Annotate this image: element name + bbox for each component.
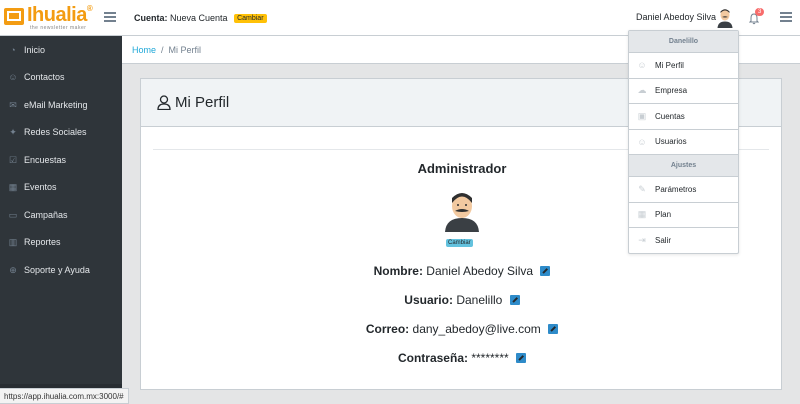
name-value: Daniel Abedoy Silva xyxy=(426,264,534,278)
edit-email-icon[interactable] xyxy=(548,324,559,334)
sidebar-item-label: Reportes xyxy=(24,237,61,248)
sidebar-item-eventos[interactable]: ▦ Eventos xyxy=(0,174,122,202)
twitter-icon: ✦ xyxy=(9,127,17,138)
breadcrumb-current: Mi Perfil xyxy=(168,44,202,55)
menu-item-mi-perfil[interactable]: ☺ Mi Perfil xyxy=(629,53,738,79)
cloud-icon: ☁ xyxy=(637,85,647,96)
account-label: Cuenta: xyxy=(134,13,168,23)
briefcase-icon: ▣ xyxy=(637,110,647,121)
name-row: Nombre: Daniel Abedoy Silva xyxy=(141,264,783,278)
user-value: Danelillo xyxy=(456,293,503,307)
menu-item-parametros[interactable]: ✎ Parámetros xyxy=(629,177,738,203)
menu-item-empresa[interactable]: ☁ Empresa xyxy=(629,79,738,104)
user-avatar-icon[interactable] xyxy=(716,8,734,28)
menu-item-salir[interactable]: ⇥ Salir xyxy=(629,228,738,254)
user-row: Usuario: Danelillo xyxy=(141,293,783,307)
breadcrumb-separator: / xyxy=(161,44,164,55)
sidebar-item-contactos[interactable]: ☺ Contactos xyxy=(0,64,122,92)
name-label: Nombre: xyxy=(373,264,423,278)
sidebar-item-redes-sociales[interactable]: ✦ Redes Sociales xyxy=(0,119,122,147)
brand-name: Ihualia xyxy=(27,4,87,26)
breadcrumb-home-link[interactable]: Home xyxy=(132,45,156,55)
sidebar: ◔ Inicio ☺ Contactos ✉ eMail Marketing ✦ Red… xyxy=(0,36,122,404)
sidebar-item-label: Contactos xyxy=(24,72,65,83)
email-label: Correo: xyxy=(365,322,410,336)
calendar-icon: ▦ xyxy=(8,182,18,193)
people-icon: ☺ xyxy=(8,72,18,83)
sidebar-item-label: eMail Marketing xyxy=(24,99,88,110)
speedometer-icon: ◔ xyxy=(10,44,16,55)
brand-reg-mark: ® xyxy=(86,4,93,13)
menu-item-label: Salir xyxy=(655,236,672,246)
menu-item-plan[interactable]: ▦ Plan xyxy=(629,203,738,228)
sidebar-item-inicio[interactable]: ◔ Inicio xyxy=(0,36,122,64)
logout-icon: ⇥ xyxy=(638,235,646,246)
menu-item-label: Usuarios xyxy=(655,137,687,147)
envelope-logo-icon xyxy=(4,8,24,25)
sidebar-item-label: Inicio xyxy=(24,44,46,55)
sidebar-item-email-marketing[interactable]: ✉ eMail Marketing xyxy=(0,91,122,119)
browser-status-url: https://app.ihualia.com.mx:3000/# xyxy=(0,388,129,404)
user-icon xyxy=(157,95,171,110)
map-icon: ▭ xyxy=(8,209,18,220)
account-name: Nueva Cuenta xyxy=(170,13,228,23)
globe-icon: ⊕ xyxy=(9,264,17,275)
user-name[interactable]: Daniel Abedoy Silva xyxy=(636,12,716,22)
check-square-icon: ☑ xyxy=(8,154,18,165)
menu-item-label: Plan xyxy=(655,210,672,220)
sidebar-item-encuestas[interactable]: ☑ Encuestas xyxy=(0,146,122,174)
menu-item-label: Parámetros xyxy=(655,184,697,194)
email-row: Correo: dany_abedoy@live.com xyxy=(141,322,783,336)
menu-item-usuarios[interactable]: ☺ Usuarios xyxy=(629,130,738,155)
sidebar-item-campanas[interactable]: ▭ Campañas xyxy=(0,201,122,229)
dropdown-header-user: Danelillo xyxy=(629,31,738,53)
envelope-icon: ✉ xyxy=(9,99,17,110)
sidebar-item-label: Redes Sociales xyxy=(24,127,87,138)
user-dropdown-menu: Danelillo ☺ Mi Perfil ☁ Empresa ▣ Cuentas ☺… xyxy=(628,30,739,254)
wrench-icon: ✎ xyxy=(638,183,646,194)
menu-item-cuentas[interactable]: ▣ Cuentas xyxy=(629,104,738,130)
password-label: Contraseña: xyxy=(397,351,468,365)
sidebar-item-label: Encuestas xyxy=(24,154,67,165)
brand-tagline: the newsletter maker xyxy=(30,25,87,31)
password-value: ******** xyxy=(471,351,509,365)
notification-badge: 3 xyxy=(755,8,765,16)
change-account-button[interactable]: Cambiar xyxy=(234,14,267,23)
menu-item-label: Mi Perfil xyxy=(655,60,684,70)
brand-logo[interactable]: Ihualia® the newsletter maker xyxy=(4,4,94,32)
edit-user-icon[interactable] xyxy=(509,295,520,305)
users-icon: ☺ xyxy=(637,136,647,147)
layout-icon: ▦ xyxy=(637,209,647,220)
sidebar-item-label: Soporte y Ayuda xyxy=(24,264,90,275)
profile-avatar-icon[interactable] xyxy=(444,192,480,232)
sidebar-item-label: Campañas xyxy=(24,209,68,220)
current-account: Cuenta: Nueva Cuenta Cambiar xyxy=(134,13,267,23)
page-title: Mi Perfil xyxy=(175,94,230,111)
menu-item-label: Cuentas xyxy=(655,111,685,121)
change-avatar-button[interactable]: Cambiar xyxy=(446,239,473,247)
sidebar-item-soporte[interactable]: ⊕ Soporte y Ayuda xyxy=(0,256,122,284)
menu-item-label: Empresa xyxy=(655,86,688,96)
user-label: Usuario: xyxy=(404,293,453,307)
edit-password-icon[interactable] xyxy=(516,353,527,363)
password-row: Contraseña: ******** xyxy=(141,351,783,365)
user-icon: ☺ xyxy=(637,60,647,71)
sidebar-toggle-icon[interactable] xyxy=(104,12,116,22)
sidebar-item-label: Eventos xyxy=(24,182,57,193)
edit-name-icon[interactable] xyxy=(540,266,551,276)
email-value: dany_abedoy@live.com xyxy=(412,322,541,336)
dropdown-header-settings: Ajustes xyxy=(629,155,738,177)
chart-icon: ▥ xyxy=(8,237,18,248)
aside-menu-toggle-icon[interactable] xyxy=(780,12,792,22)
sidebar-item-reportes[interactable]: ▥ Reportes xyxy=(0,229,122,257)
